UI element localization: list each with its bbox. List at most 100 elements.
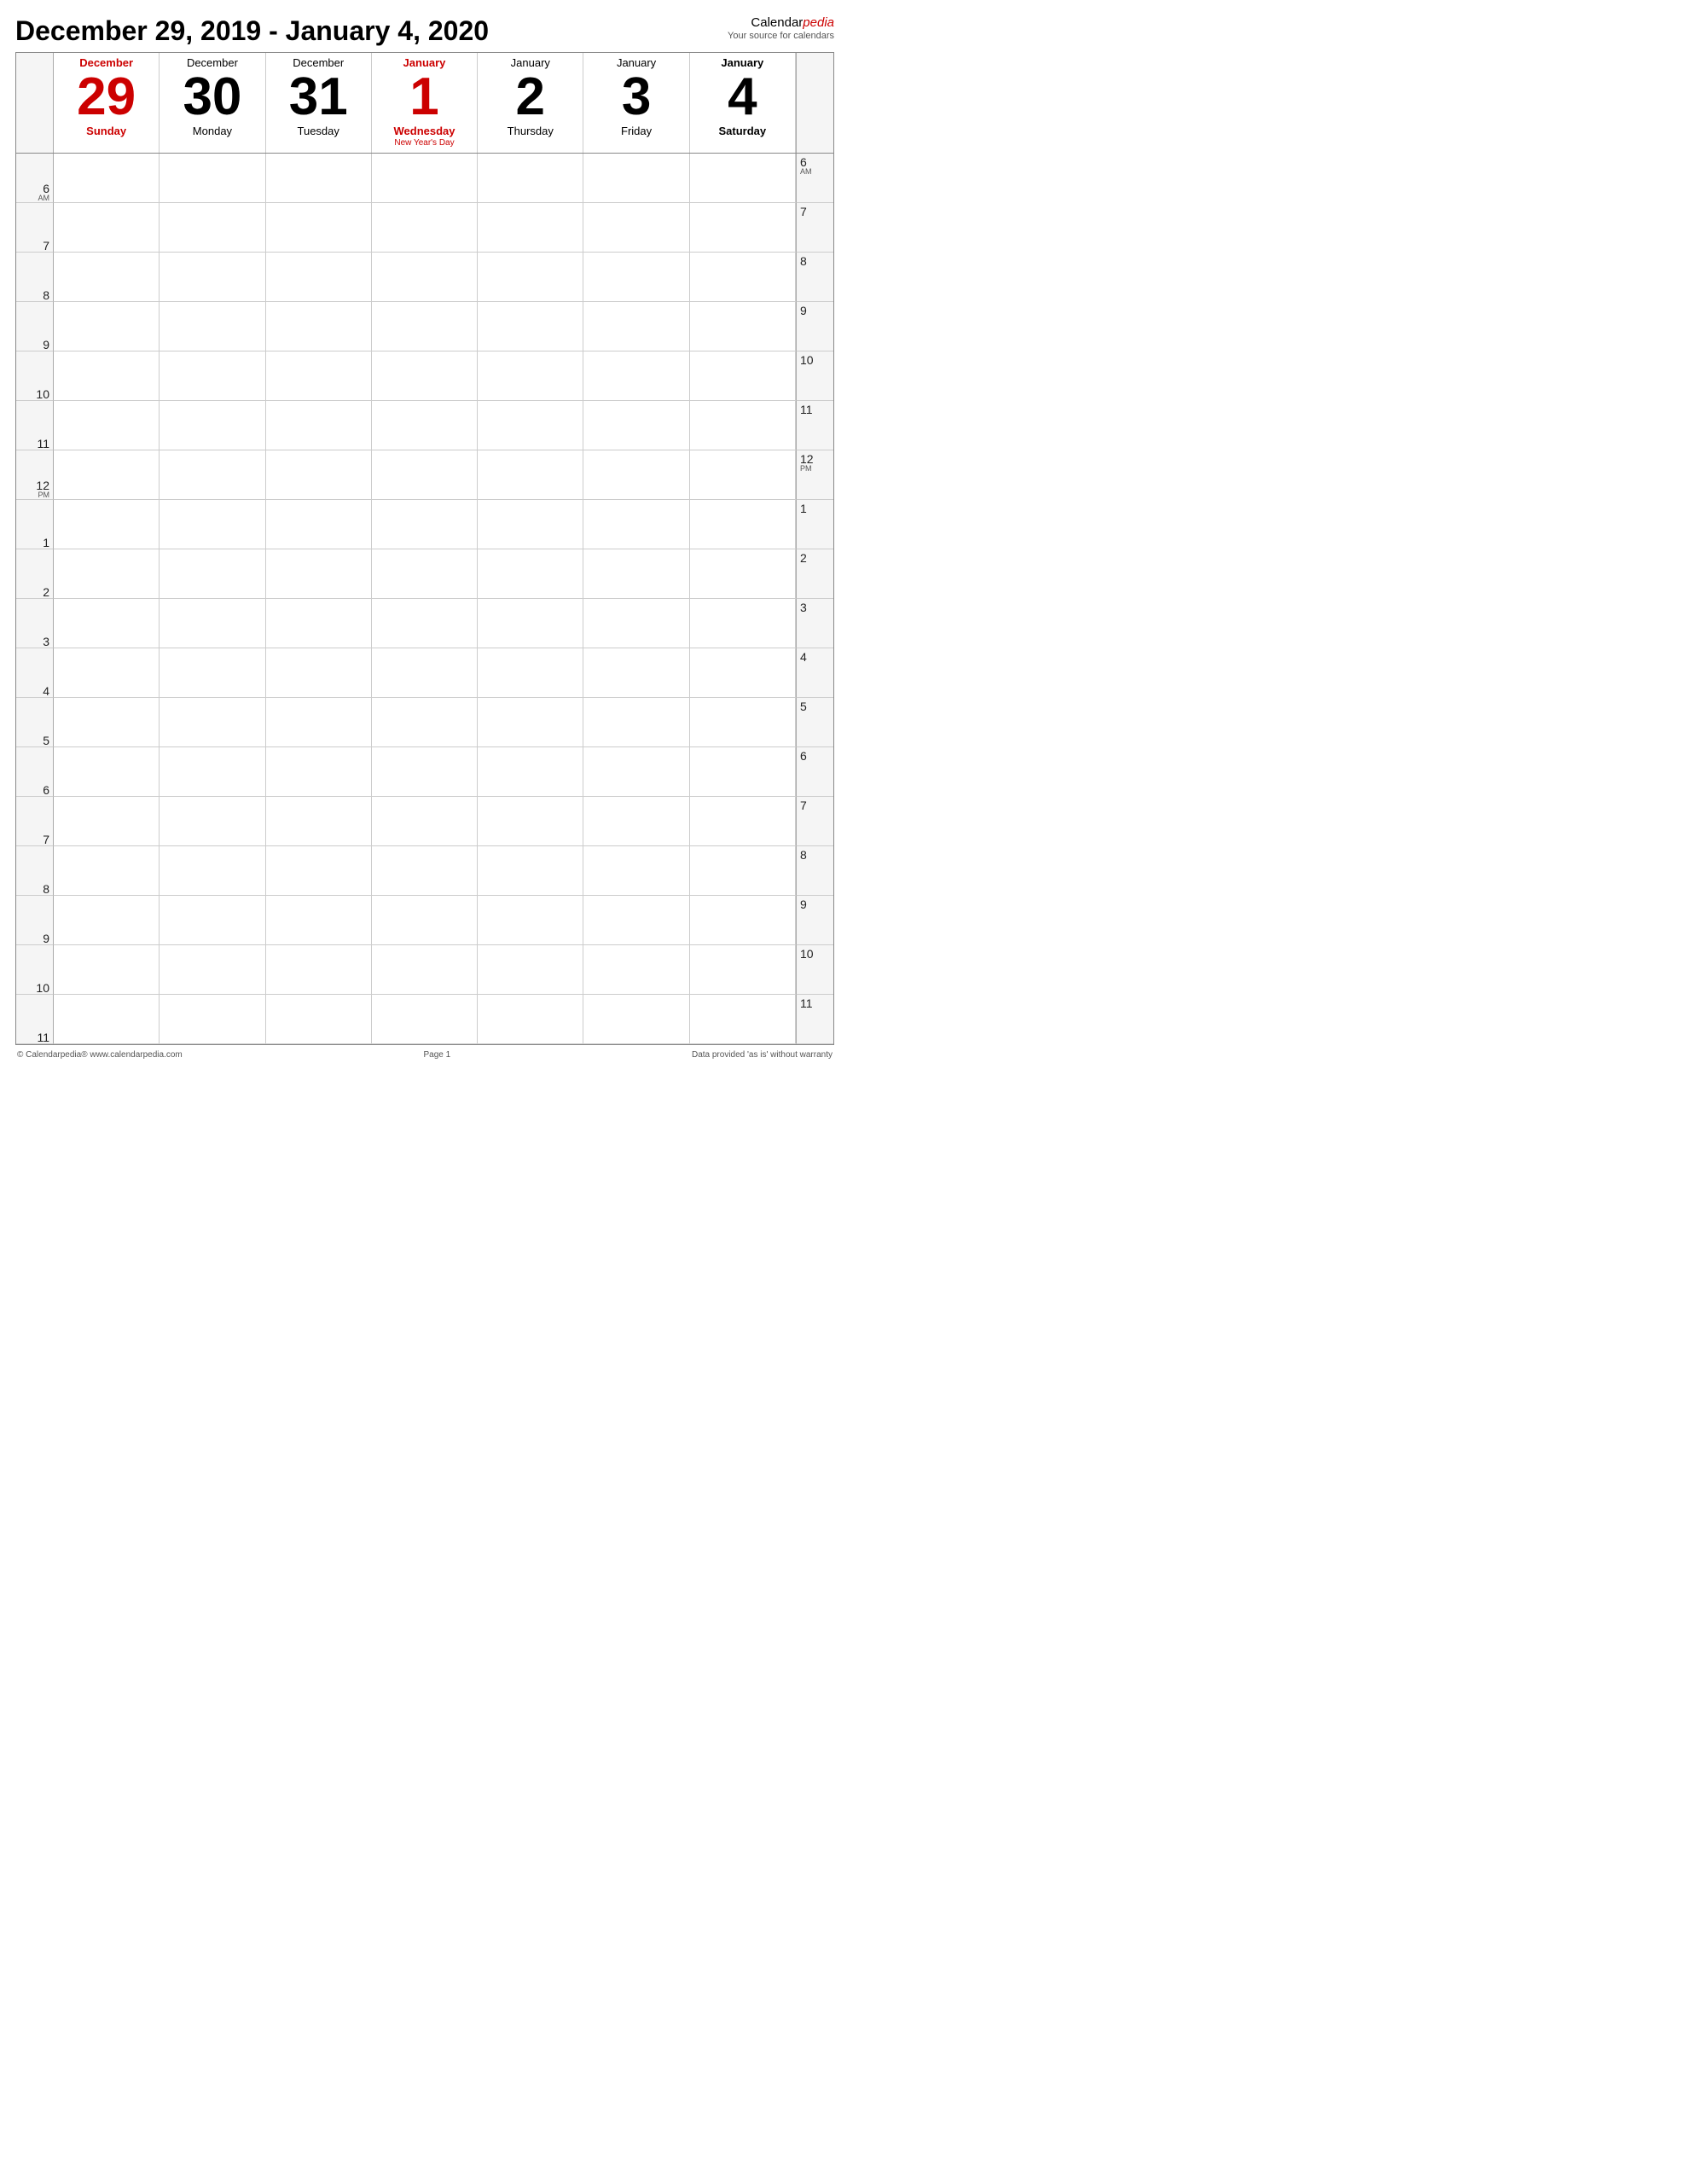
day-cell-dec29-7[interactable] [54, 500, 160, 549]
day-cell-jan3-12[interactable] [583, 747, 689, 797]
day-cell-dec31-11[interactable] [266, 698, 372, 747]
day-cell-dec29-5[interactable] [54, 401, 160, 450]
day-cell-jan2-3[interactable] [478, 302, 583, 351]
day-cell-dec31-15[interactable] [266, 896, 372, 945]
day-cell-dec29-13[interactable] [54, 797, 160, 846]
day-cell-dec31-5[interactable] [266, 401, 372, 450]
day-cell-dec29-10[interactable] [54, 648, 160, 698]
day-cell-dec30-13[interactable] [160, 797, 265, 846]
day-cell-dec30-14[interactable] [160, 846, 265, 896]
day-cell-dec30-17[interactable] [160, 995, 265, 1044]
day-cell-jan4-2[interactable] [690, 253, 796, 302]
day-cell-jan4-16[interactable] [690, 945, 796, 995]
day-cell-jan4-12[interactable] [690, 747, 796, 797]
day-cell-dec31-1[interactable] [266, 203, 372, 253]
day-cell-dec29-0[interactable] [54, 154, 160, 203]
day-cell-jan1-6[interactable] [372, 450, 478, 500]
day-cell-dec29-14[interactable] [54, 846, 160, 896]
day-cell-dec30-9[interactable] [160, 599, 265, 648]
day-cell-jan4-5[interactable] [690, 401, 796, 450]
day-cell-jan4-15[interactable] [690, 896, 796, 945]
day-cell-jan3-4[interactable] [583, 351, 689, 401]
day-cell-jan1-12[interactable] [372, 747, 478, 797]
day-cell-jan1-17[interactable] [372, 995, 478, 1044]
day-cell-jan4-11[interactable] [690, 698, 796, 747]
day-cell-jan3-17[interactable] [583, 995, 689, 1044]
day-cell-jan2-6[interactable] [478, 450, 583, 500]
day-cell-jan1-0[interactable] [372, 154, 478, 203]
day-cell-jan4-14[interactable] [690, 846, 796, 896]
day-cell-jan2-8[interactable] [478, 549, 583, 599]
day-cell-jan2-14[interactable] [478, 846, 583, 896]
day-cell-jan3-1[interactable] [583, 203, 689, 253]
day-cell-jan2-4[interactable] [478, 351, 583, 401]
day-cell-jan1-4[interactable] [372, 351, 478, 401]
day-cell-jan2-1[interactable] [478, 203, 583, 253]
day-cell-dec31-8[interactable] [266, 549, 372, 599]
day-cell-jan4-0[interactable] [690, 154, 796, 203]
day-cell-jan3-13[interactable] [583, 797, 689, 846]
day-cell-dec30-0[interactable] [160, 154, 265, 203]
day-cell-dec31-12[interactable] [266, 747, 372, 797]
day-cell-dec29-2[interactable] [54, 253, 160, 302]
day-cell-jan4-1[interactable] [690, 203, 796, 253]
day-cell-dec30-4[interactable] [160, 351, 265, 401]
day-cell-jan2-10[interactable] [478, 648, 583, 698]
day-cell-dec31-7[interactable] [266, 500, 372, 549]
day-cell-dec30-1[interactable] [160, 203, 265, 253]
day-cell-dec29-17[interactable] [54, 995, 160, 1044]
day-cell-dec30-16[interactable] [160, 945, 265, 995]
day-cell-jan1-10[interactable] [372, 648, 478, 698]
day-cell-jan3-15[interactable] [583, 896, 689, 945]
day-cell-dec30-11[interactable] [160, 698, 265, 747]
day-cell-dec31-13[interactable] [266, 797, 372, 846]
day-cell-jan2-16[interactable] [478, 945, 583, 995]
day-cell-jan2-15[interactable] [478, 896, 583, 945]
day-cell-jan2-17[interactable] [478, 995, 583, 1044]
day-cell-jan1-15[interactable] [372, 896, 478, 945]
day-cell-dec29-16[interactable] [54, 945, 160, 995]
day-cell-dec30-10[interactable] [160, 648, 265, 698]
day-cell-jan1-5[interactable] [372, 401, 478, 450]
day-cell-jan4-13[interactable] [690, 797, 796, 846]
day-cell-jan4-3[interactable] [690, 302, 796, 351]
day-cell-jan3-14[interactable] [583, 846, 689, 896]
day-cell-dec29-8[interactable] [54, 549, 160, 599]
day-cell-jan1-1[interactable] [372, 203, 478, 253]
day-cell-dec29-9[interactable] [54, 599, 160, 648]
day-cell-dec31-14[interactable] [266, 846, 372, 896]
day-cell-dec31-17[interactable] [266, 995, 372, 1044]
day-cell-dec31-16[interactable] [266, 945, 372, 995]
day-cell-jan4-10[interactable] [690, 648, 796, 698]
day-cell-dec29-1[interactable] [54, 203, 160, 253]
day-cell-dec31-9[interactable] [266, 599, 372, 648]
day-cell-jan2-11[interactable] [478, 698, 583, 747]
day-cell-jan3-3[interactable] [583, 302, 689, 351]
day-cell-jan1-11[interactable] [372, 698, 478, 747]
day-cell-jan2-5[interactable] [478, 401, 583, 450]
day-cell-dec30-15[interactable] [160, 896, 265, 945]
day-cell-dec30-7[interactable] [160, 500, 265, 549]
day-cell-dec31-0[interactable] [266, 154, 372, 203]
day-cell-dec30-5[interactable] [160, 401, 265, 450]
day-cell-jan3-16[interactable] [583, 945, 689, 995]
day-cell-jan4-6[interactable] [690, 450, 796, 500]
day-cell-jan3-7[interactable] [583, 500, 689, 549]
day-cell-jan1-14[interactable] [372, 846, 478, 896]
day-cell-jan3-0[interactable] [583, 154, 689, 203]
day-cell-jan2-9[interactable] [478, 599, 583, 648]
day-cell-jan3-11[interactable] [583, 698, 689, 747]
day-cell-jan2-12[interactable] [478, 747, 583, 797]
day-cell-dec30-12[interactable] [160, 747, 265, 797]
day-cell-jan1-13[interactable] [372, 797, 478, 846]
day-cell-jan3-2[interactable] [583, 253, 689, 302]
day-cell-dec30-6[interactable] [160, 450, 265, 500]
day-cell-dec31-2[interactable] [266, 253, 372, 302]
day-cell-jan3-10[interactable] [583, 648, 689, 698]
day-cell-jan3-8[interactable] [583, 549, 689, 599]
day-cell-jan2-13[interactable] [478, 797, 583, 846]
day-cell-jan3-6[interactable] [583, 450, 689, 500]
day-cell-jan2-2[interactable] [478, 253, 583, 302]
day-cell-jan1-8[interactable] [372, 549, 478, 599]
day-cell-dec29-11[interactable] [54, 698, 160, 747]
